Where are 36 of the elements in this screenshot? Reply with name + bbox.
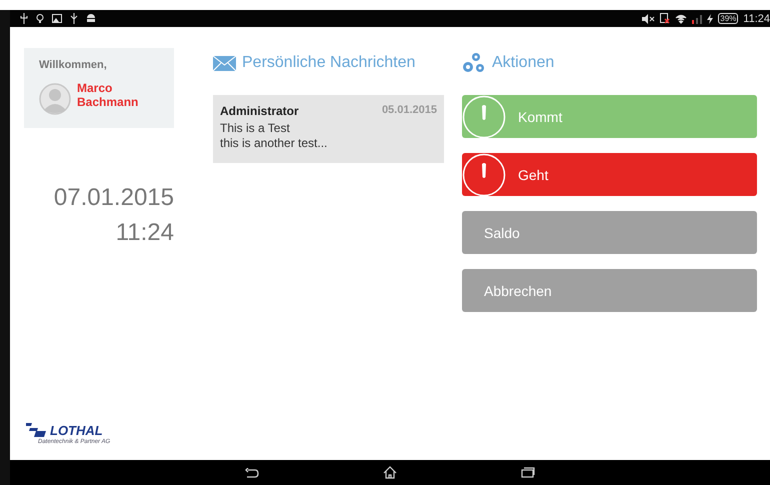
user-first-name: Marco (77, 80, 114, 97)
user-last-name: Bachmann (77, 94, 138, 111)
message-date: 05.01.2015 (382, 104, 437, 118)
usb-icon (70, 13, 78, 24)
message-sender: Administrator (220, 104, 299, 118)
signal-icon (692, 14, 702, 24)
lightbulb-icon (36, 13, 44, 24)
mute-icon (642, 14, 656, 24)
logo-mark-icon (26, 423, 48, 437)
action-button[interactable]: Geht (462, 153, 757, 196)
current-date: 07.01.2015 (54, 183, 174, 213)
messages-heading: Persönliche Nachrichten (242, 54, 416, 72)
message-card[interactable]: Administrator 05.01.2015 This is a Test this is another test... (213, 95, 444, 163)
welcome-text: Willkommen, (39, 59, 108, 71)
recent-apps-icon[interactable] (521, 467, 535, 478)
status-time: 11:24 (743, 12, 770, 24)
stopwatch-icon (462, 152, 506, 196)
actions-heading: Aktionen (492, 54, 554, 72)
image-icon (52, 14, 62, 23)
home-icon[interactable] (383, 466, 397, 479)
battery-indicator: 39% (718, 13, 738, 24)
logo-text: LOTHAL (50, 424, 103, 437)
current-time: 11:24 (116, 218, 174, 248)
message-text: This is a Test (220, 121, 291, 136)
action-button[interactable]: Abbrechen (462, 269, 757, 312)
action-button[interactable]: Saldo (462, 211, 757, 254)
envelope-icon (213, 56, 236, 70)
back-icon[interactable] (245, 468, 259, 478)
stopwatch-icon (462, 94, 506, 138)
action-button[interactable]: Kommt (462, 95, 757, 138)
usb-icon (20, 13, 28, 24)
avatar-icon (39, 83, 71, 115)
message-text: this is another test... (220, 136, 328, 151)
wifi-icon (675, 14, 688, 24)
charging-icon (707, 14, 714, 24)
sim-card-icon (660, 13, 670, 24)
